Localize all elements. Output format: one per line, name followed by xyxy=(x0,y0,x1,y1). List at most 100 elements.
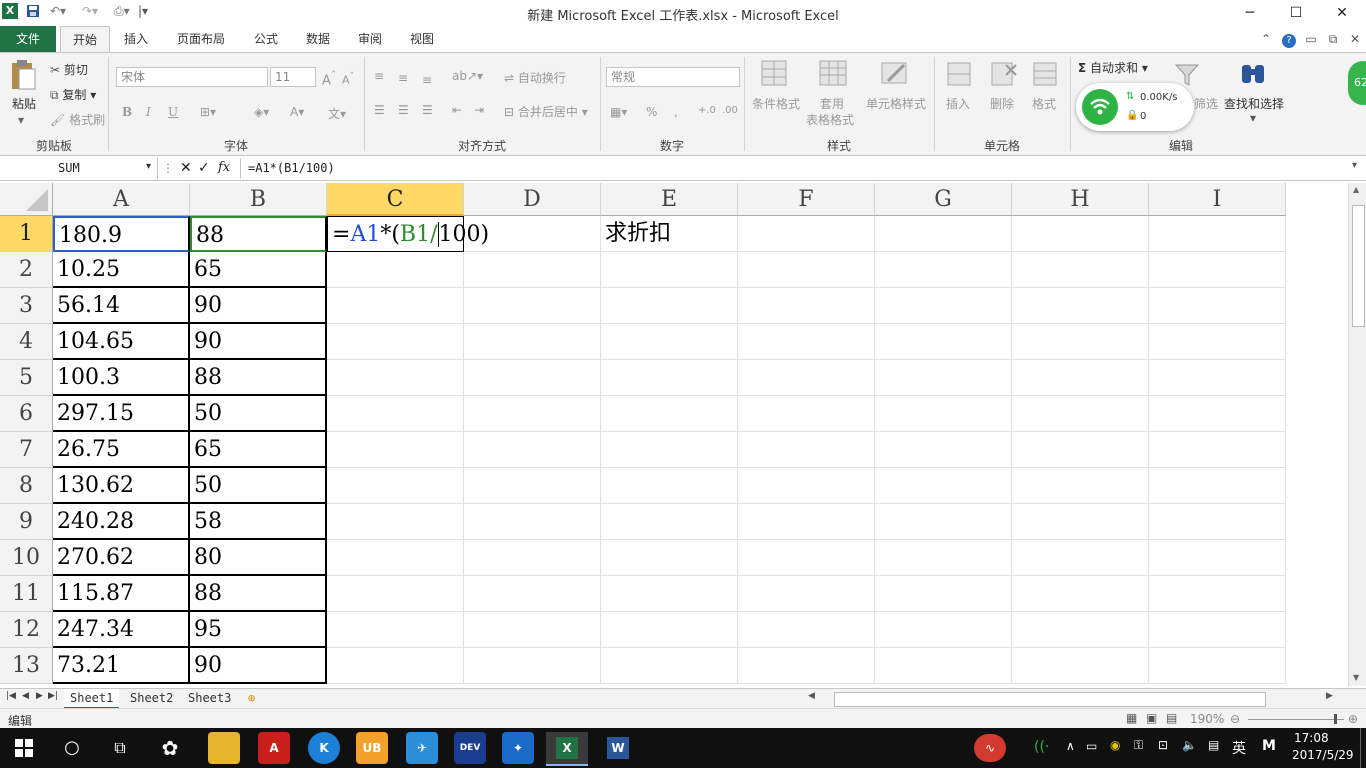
bold-button[interactable]: B xyxy=(122,105,132,119)
insert-function-button[interactable]: fx xyxy=(218,160,230,175)
cell-f5[interactable] xyxy=(738,360,875,396)
copy-button[interactable]: ⧉ 复制 ▾ xyxy=(50,86,96,103)
cell-i11[interactable] xyxy=(1149,576,1286,612)
format-painter-button[interactable]: 🖌 格式刷 xyxy=(50,111,105,128)
cell-e4[interactable] xyxy=(601,324,738,360)
cell-a4[interactable]: 104.65 xyxy=(53,324,190,360)
align-right-icon[interactable]: ☰ xyxy=(422,103,433,117)
zoom-level[interactable]: 190% xyxy=(1190,712,1224,726)
cell-a8[interactable]: 130.62 xyxy=(53,468,190,504)
task-view-icon[interactable]: ⧉ xyxy=(104,732,136,764)
cell-e11[interactable] xyxy=(601,576,738,612)
cell-e13[interactable] xyxy=(601,648,738,684)
pulse-monitor-icon[interactable]: ∿ xyxy=(974,734,1006,762)
cell-styles-button[interactable]: 单元格样式 xyxy=(866,95,926,112)
cell-b11[interactable]: 88 xyxy=(190,576,327,612)
format-cells-button[interactable]: 格式 xyxy=(1032,95,1056,112)
decrease-indent-icon[interactable]: ⇤ xyxy=(452,103,462,117)
tab-insert[interactable]: 插入 xyxy=(116,26,156,52)
row-header[interactable]: 10 xyxy=(0,540,53,576)
cell-d13[interactable] xyxy=(464,648,601,684)
tray-device-icon[interactable]: ▭ xyxy=(1086,739,1097,753)
column-header-g[interactable]: G xyxy=(875,183,1012,216)
cell-a3[interactable]: 56.14 xyxy=(53,288,190,324)
sheet-tab-sheet2[interactable]: Sheet2 xyxy=(124,689,179,707)
cell-i10[interactable] xyxy=(1149,540,1286,576)
cell-i9[interactable] xyxy=(1149,504,1286,540)
cell-i4[interactable] xyxy=(1149,324,1286,360)
cell-i12[interactable] xyxy=(1149,612,1286,648)
cell-f9[interactable] xyxy=(738,504,875,540)
row-header[interactable]: 2 xyxy=(0,252,53,288)
cell-c13[interactable] xyxy=(327,648,464,684)
orientation-icon[interactable]: ab↗▾ xyxy=(452,69,483,83)
column-header-b[interactable]: B xyxy=(190,183,327,216)
cell-e8[interactable] xyxy=(601,468,738,504)
cell-a12[interactable]: 247.34 xyxy=(53,612,190,648)
cell-h12[interactable] xyxy=(1012,612,1149,648)
row-header[interactable]: 1 xyxy=(0,216,53,252)
italic-button[interactable]: I xyxy=(146,105,151,119)
cell-b6[interactable]: 50 xyxy=(190,396,327,432)
cell-i2[interactable] xyxy=(1149,252,1286,288)
tab-file[interactable]: 文件 xyxy=(0,26,56,52)
cell-b10[interactable]: 80 xyxy=(190,540,327,576)
column-header-e[interactable]: E xyxy=(601,183,738,216)
collapse-ribbon-icon[interactable]: ⌃ xyxy=(1258,26,1274,52)
cell-d3[interactable] xyxy=(464,288,601,324)
excel-taskbar-icon[interactable]: X xyxy=(546,732,588,766)
sheet-tab-sheet1[interactable]: Sheet1 xyxy=(64,689,120,709)
row-header[interactable]: 13 xyxy=(0,648,53,684)
tab-home[interactable]: 开始 xyxy=(60,26,110,53)
row-header[interactable]: 3 xyxy=(0,288,53,324)
minimize-button[interactable]: ─ xyxy=(1230,2,1270,24)
cell-g4[interactable] xyxy=(875,324,1012,360)
cell-c3[interactable] xyxy=(327,288,464,324)
paste-dropdown-icon[interactable]: ▾ xyxy=(18,113,24,127)
tray-network-icon[interactable]: ⊡ xyxy=(1158,738,1168,752)
cell-g13[interactable] xyxy=(875,648,1012,684)
cell-i3[interactable] xyxy=(1149,288,1286,324)
cell-f2[interactable] xyxy=(738,252,875,288)
select-all-button[interactable] xyxy=(0,183,53,216)
cell-h2[interactable] xyxy=(1012,252,1149,288)
row-header[interactable]: 6 xyxy=(0,396,53,432)
cell-d11[interactable] xyxy=(464,576,601,612)
tray-expand-icon[interactable]: ∧ xyxy=(1066,739,1075,753)
cell-a9[interactable]: 240.28 xyxy=(53,504,190,540)
cell-g10[interactable] xyxy=(875,540,1012,576)
cell-d9[interactable] xyxy=(464,504,601,540)
row-header[interactable]: 4 xyxy=(0,324,53,360)
cell-c10[interactable] xyxy=(327,540,464,576)
clock-time[interactable]: 17:08 xyxy=(1294,731,1329,745)
cell-a5[interactable]: 100.3 xyxy=(53,360,190,396)
formula-input[interactable]: =A1*(B1/100) xyxy=(248,161,335,175)
cell-d12[interactable] xyxy=(464,612,601,648)
speed-badge[interactable]: 62 xyxy=(1348,61,1366,105)
editing-cell-c1[interactable]: =A1*(B1/100) xyxy=(327,216,489,252)
workbook-close-icon[interactable]: ✕ xyxy=(1346,26,1364,52)
cell-d6[interactable] xyxy=(464,396,601,432)
windows-start-icon[interactable] xyxy=(8,732,40,764)
cell-b9[interactable]: 58 xyxy=(190,504,327,540)
tray-shield-icon[interactable]: ◉ xyxy=(1110,738,1120,752)
cell-d5[interactable] xyxy=(464,360,601,396)
search-icon[interactable]: ○ xyxy=(56,732,88,764)
row-header[interactable]: 5 xyxy=(0,360,53,396)
cell-e2[interactable] xyxy=(601,252,738,288)
workbook-restore-icon[interactable]: ⧉ xyxy=(1324,26,1342,52)
cell-f12[interactable] xyxy=(738,612,875,648)
cell-i5[interactable] xyxy=(1149,360,1286,396)
column-header-i[interactable]: I xyxy=(1149,183,1286,216)
cell-f8[interactable] xyxy=(738,468,875,504)
name-box-dropdown-icon[interactable]: ▾ xyxy=(146,161,151,172)
cell-a1[interactable]: 180.9 xyxy=(53,216,190,252)
number-format-combo[interactable]: 常规 xyxy=(606,67,740,87)
cell-d2[interactable] xyxy=(464,252,601,288)
cell-c8[interactable] xyxy=(327,468,464,504)
align-center-icon[interactable]: ☰ xyxy=(398,103,409,117)
sheet-nav-first-icon[interactable]: |◀ xyxy=(6,691,16,701)
find-select-button[interactable]: 查找和选择 xyxy=(1224,95,1284,112)
cell-h6[interactable] xyxy=(1012,396,1149,432)
autosum-button[interactable]: Σ 自动求和 ▾ xyxy=(1078,59,1148,76)
